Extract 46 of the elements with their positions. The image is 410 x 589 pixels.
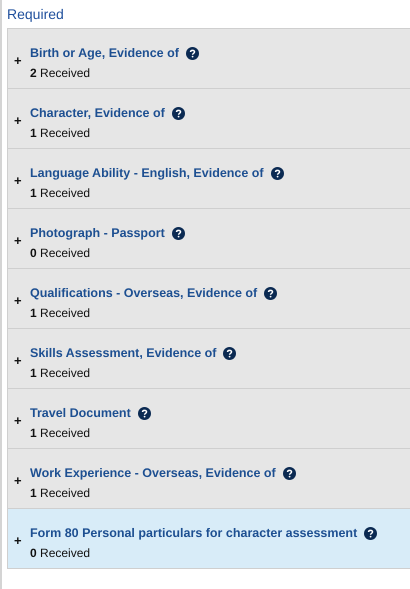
help-icon[interactable] (186, 46, 199, 60)
help-icon[interactable] (223, 346, 236, 360)
document-row[interactable]: + Character, Evidence of 1 Received (8, 89, 410, 149)
expand-toggle[interactable]: + (14, 354, 30, 367)
document-row[interactable]: + Skills Assessment, Evidence of 1 Received (8, 329, 410, 389)
help-icon[interactable] (264, 286, 278, 300)
document-title: Qualifications - Overseas, Evidence of (30, 286, 258, 300)
document-title: Travel Document (30, 406, 131, 420)
received-count: 1 Received (30, 186, 90, 200)
document-title: Skills Assessment, Evidence of (30, 346, 216, 360)
received-count: 1 Received (30, 126, 90, 140)
document-title: Language Ability - English, Evidence of (30, 166, 264, 180)
document-title: Birth or Age, Evidence of (30, 46, 179, 60)
help-icon[interactable] (282, 466, 296, 480)
received-count: 1 Received (30, 426, 90, 440)
document-row[interactable]: + Work Experience - Overseas, Evidence of 1 Received (8, 449, 410, 509)
expand-toggle[interactable]: + (14, 294, 30, 307)
help-icon[interactable] (172, 106, 185, 120)
expand-toggle[interactable]: + (14, 54, 30, 67)
document-row[interactable]: + Birth or Age, Evidence of 2 Received (8, 29, 410, 89)
received-count: 2 Received (30, 66, 90, 80)
document-title: Form 80 Personal particulars for character assessment (30, 526, 358, 540)
expand-toggle[interactable]: + (14, 174, 30, 187)
document-row[interactable]: + Qualifications - Overseas, Evidence of 1 Received (8, 269, 410, 329)
received-count: 1 Received (30, 366, 90, 380)
expand-toggle[interactable]: + (14, 234, 30, 247)
document-title: Work Experience - Overseas, Evidence of (30, 466, 276, 480)
document-row[interactable]: + Photograph - Passport 0 Received (8, 209, 410, 269)
expand-toggle[interactable]: + (14, 534, 30, 547)
document-title: Character, Evidence of (30, 106, 165, 120)
received-count: 0 Received (30, 246, 90, 260)
help-icon[interactable] (172, 226, 185, 240)
section-title: Required (7, 5, 65, 23)
document-row[interactable]: + Travel Document 1 Received (8, 389, 410, 449)
help-icon[interactable] (270, 166, 284, 180)
help-icon[interactable] (138, 406, 151, 420)
help-icon[interactable] (364, 526, 378, 540)
expand-toggle[interactable]: + (14, 414, 30, 427)
received-count: 1 Received (30, 486, 90, 500)
document-title: Photograph - Passport (30, 226, 165, 240)
expand-toggle[interactable]: + (14, 114, 30, 127)
received-count: 1 Received (30, 306, 90, 320)
document-row[interactable]: + Form 80 Personal particulars for character assessment 0 Received (8, 509, 410, 568)
document-row[interactable]: + Language Ability - English, Evidence of 1 Received (8, 149, 410, 209)
received-count: 0 Received (30, 546, 90, 560)
expand-toggle[interactable]: + (14, 474, 30, 487)
